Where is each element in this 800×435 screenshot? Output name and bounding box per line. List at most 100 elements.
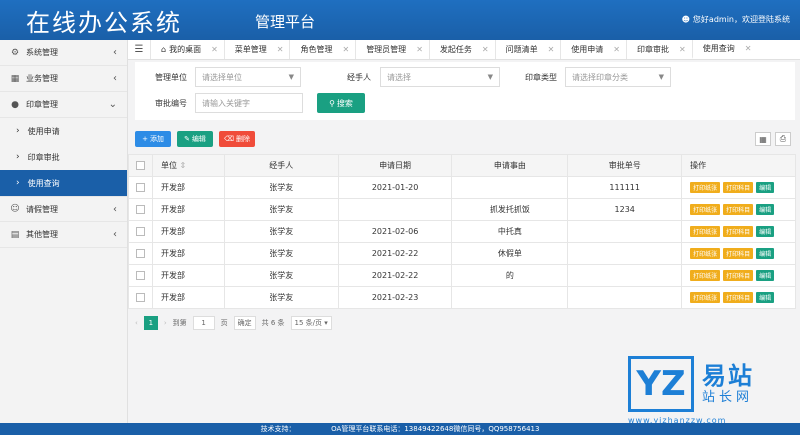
table-row[interactable]: 开发部 张学友 2021-01-20 111111 打印纸张 打印科目 编辑 [128,176,796,199]
search-button[interactable]: ⚲ 搜索 [317,93,365,113]
close-icon[interactable]: ✕ [342,45,349,54]
table-row[interactable]: 开发部 张学友 2021-02-06 中托真 打印纸张 打印科目 编辑 [128,220,796,243]
row-edit-button[interactable]: 编辑 [756,292,775,303]
print-paper-button[interactable]: 打印纸张 [690,292,721,303]
row-checkbox[interactable] [135,227,145,236]
row-edit-button[interactable]: 编辑 [756,226,775,237]
user-icon: ☻ [681,15,690,24]
row-edit-button[interactable]: 编辑 [756,270,775,281]
tab-issue[interactable]: 问题清单 ✕ [494,40,561,59]
print-subject-button[interactable]: 打印科目 [723,226,754,237]
row-edit-button[interactable]: 编辑 [756,248,775,259]
close-icon[interactable]: ✕ [416,45,423,54]
handler-placeholder: 请选择 [387,72,411,82]
gear-icon: ⚙ [10,47,20,58]
sidebar-sub-label: 使用查询 [27,178,60,188]
approval-input[interactable]: 请输入关键字 [195,93,303,113]
handler-select[interactable]: 请选择 ▼ [380,67,500,87]
row-edit-button[interactable]: 编辑 [756,204,775,215]
print-subject-button[interactable]: 打印科目 [723,182,754,193]
page-1[interactable]: 1 [143,316,158,330]
table-row[interactable]: 开发部 张学友 抓发托抓饭 1234 打印纸张 打印科目 编辑 [128,198,796,221]
delete-button[interactable]: ⌫ 删除 [219,131,255,147]
table-row[interactable]: 开发部 张学友 2021-02-22 休假单 打印纸张 打印科目 编辑 [128,242,796,265]
sidebar-item-seal[interactable]: ● 印章管理 ⌄ [0,92,127,118]
handler-label: 经手人 [347,73,371,82]
row-checkbox[interactable] [135,183,145,192]
goto-confirm-button[interactable]: 确定 [233,316,256,330]
edit-button[interactable]: ✎ 编辑 [177,131,213,147]
row-checkbox[interactable] [135,249,145,258]
print-paper-button[interactable]: 打印纸张 [690,226,721,237]
next-page-icon[interactable]: › [164,319,167,327]
select-all-checkbox[interactable] [135,161,145,170]
cell-date [337,198,453,221]
sidebar-item-other[interactable]: ▤ 其他管理 ‹ [0,222,127,248]
menu-toggle-icon[interactable]: ☰ [128,40,150,59]
plus-icon: + [142,135,148,143]
print-paper-button[interactable]: 打印纸张 [690,204,721,215]
print-subject-button[interactable]: 打印科目 [723,248,754,259]
close-icon[interactable]: ✕ [745,44,752,53]
caret-down-icon: ▼ [288,73,294,81]
chevron-left-icon: ‹ [113,73,117,84]
tab-role[interactable]: 角色管理 ✕ [289,40,355,59]
tab-label: 我的桌面 [169,45,202,54]
tab-label: 问题清单 [505,45,538,54]
print-paper-button[interactable]: 打印纸张 [690,182,721,193]
add-button[interactable]: + 添加 [135,131,171,147]
tab-menu[interactable]: 菜单管理 ✕ [223,40,290,59]
close-icon[interactable]: ✕ [548,45,555,54]
row-checkbox[interactable] [135,271,145,280]
print-subject-button[interactable]: 打印科目 [723,292,754,303]
sidebar-sub-query[interactable]: › 使用查询 [0,170,127,196]
cell-dept: 开发部 [151,220,225,243]
print-icon[interactable]: ⎙ [775,132,791,146]
edit-label: 编辑 [191,135,206,143]
chevron-right-icon: › [16,126,20,136]
close-icon[interactable]: ✕ [482,45,489,54]
close-icon[interactable]: ✕ [211,45,218,54]
tab-query[interactable]: 使用查询 ✕ [691,40,758,59]
sidebar-item-system[interactable]: ⚙ 系统管理 ‹ [0,40,127,66]
tab-admin[interactable]: 管理员管理 ✕ [355,40,429,59]
goto-input[interactable]: 1 [192,316,215,330]
col-dept[interactable]: 单位 ⇕ [151,154,225,177]
table-row[interactable]: 开发部 张学友 2021-02-23 打印纸张 打印科目 编辑 [128,286,796,309]
row-checkbox[interactable] [135,205,145,214]
user-greeting[interactable]: ☻ 您好admin，欢迎登陆系统 [682,14,790,25]
cell-ops: 打印纸张 打印科目 编辑 [681,220,796,243]
table-row[interactable]: 开发部 张学友 2021-02-22 的 打印纸张 打印科目 编辑 [128,264,796,287]
tab-desktop[interactable]: ⌂ 我的桌面 ✕ [150,40,224,59]
cell-date: 2021-02-22 [337,264,453,287]
sidebar-sub-approve[interactable]: › 印章审批 [0,144,127,170]
tab-apply[interactable]: 使用申请 ✕ [560,40,626,59]
tab-task[interactable]: 发起任务 ✕ [428,40,495,59]
sidebar-item-leave[interactable]: ☺ 请假管理 ‹ [0,196,127,222]
type-select[interactable]: 请选择印章分类 ▼ [565,67,671,87]
watermark-mark: YZ [628,356,694,412]
row-edit-button[interactable]: 编辑 [756,182,775,193]
print-subject-button[interactable]: 打印科目 [723,204,754,215]
prev-page-icon[interactable]: ‹ [135,319,138,327]
sidebar-item-business[interactable]: ▦ 业务管理 ‹ [0,66,127,92]
cell-date: 2021-02-06 [337,220,453,243]
sidebar-item-label: 业务管理 [26,74,58,83]
row-select-cell [128,286,153,309]
per-page-select[interactable]: 15 条/页 ▾ [290,316,332,330]
print-subject-button[interactable]: 打印科目 [723,270,754,281]
print-paper-button[interactable]: 打印纸张 [690,248,721,259]
row-checkbox[interactable] [135,293,145,302]
cell-ops: 打印纸张 打印科目 编辑 [681,264,796,287]
sidebar: ⚙ 系统管理 ‹ ▦ 业务管理 ‹ ● 印章管理 ⌄ › 使用申请 › 印章审批… [0,40,128,423]
close-icon[interactable]: ✕ [613,45,620,54]
print-paper-button[interactable]: 打印纸张 [690,270,721,281]
app-header: 在线办公系统 管理平台 ☻ 您好admin，欢迎登陆系统 [0,0,800,40]
close-icon[interactable]: ✕ [679,45,686,54]
columns-icon[interactable]: ▦ [755,132,771,146]
dept-select[interactable]: 请选择单位 ▼ [195,67,301,87]
tab-approve[interactable]: 印章审批 ✕ [626,40,692,59]
page-unit: 页 [220,319,228,327]
sidebar-sub-apply[interactable]: › 使用申请 [0,118,127,144]
close-icon[interactable]: ✕ [277,45,284,54]
